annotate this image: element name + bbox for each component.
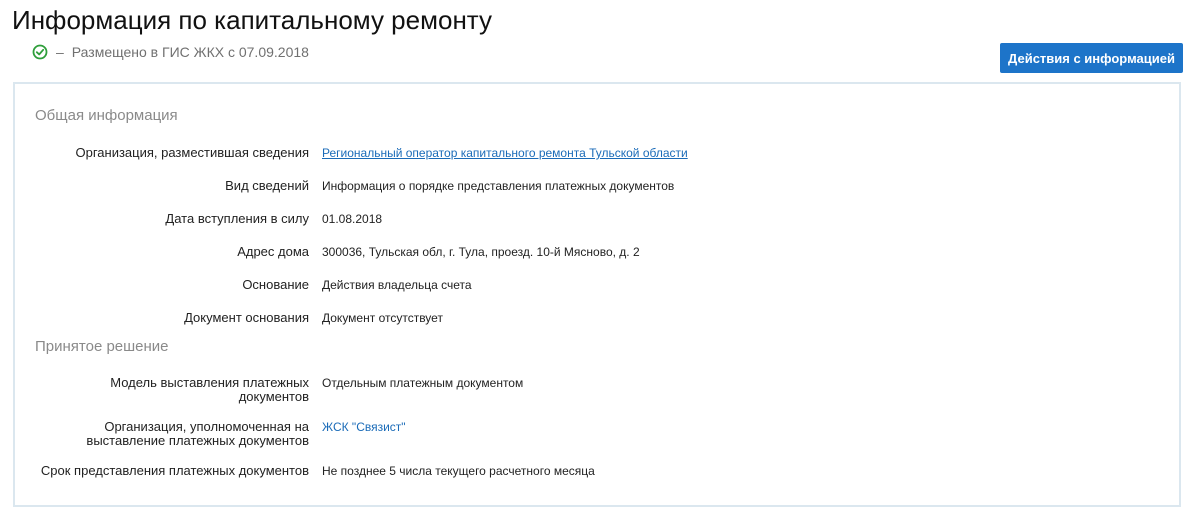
row-value: Информация о порядке представления плате… <box>322 179 675 193</box>
row-value: Действия владельца счета <box>322 278 472 292</box>
publication-status: – Размещено в ГИС ЖКХ с 07.09.2018 <box>32 44 309 60</box>
row-label: Организация, уполномоченная на выставлен… <box>19 420 309 448</box>
page-title: Информация по капитальному ремонту <box>12 5 492 35</box>
section-title-general: Общая информация <box>35 107 178 124</box>
status-dash: – <box>56 44 64 60</box>
row-label: Дата вступления в силу <box>165 211 309 226</box>
check-circle-icon <box>32 44 48 60</box>
organization-link[interactable]: Региональный оператор капитального ремон… <box>322 146 688 160</box>
row-label: Модель выставления платежных документов <box>19 376 309 404</box>
info-panel: Общая информация Организация, разместивш… <box>13 82 1181 507</box>
actions-with-information-button[interactable]: Действия с информацией <box>1000 43 1183 73</box>
row-value: Документ отсутствует <box>322 311 443 325</box>
row-label: Основание <box>242 277 309 292</box>
row-label: Организация, разместившая сведения <box>75 145 309 160</box>
row-label-line: выставление платежных документов <box>86 433 309 448</box>
row-value: 300036, Тульская обл, г. Тула, проезд. 1… <box>322 245 640 259</box>
row-label: Срок представления платежных документов <box>40 463 309 478</box>
row-label: Адрес дома <box>237 244 309 259</box>
row-label-line: документов <box>238 389 309 404</box>
row-value: Отдельным платежным документом <box>322 376 524 390</box>
row-value: 01.08.2018 <box>322 212 383 226</box>
section-title-decision: Принятое решение <box>35 338 169 355</box>
row-label-line: Модель выставления платежных <box>110 375 309 390</box>
row-label: Документ основания <box>184 310 309 325</box>
authorized-organization-link[interactable]: ЖСК "Связист" <box>322 420 406 434</box>
row-label: Вид сведений <box>225 178 309 193</box>
row-value: Не позднее 5 числа текущего расчетного м… <box>322 464 595 478</box>
row-label-line: Организация, уполномоченная на <box>104 419 309 434</box>
status-text: Размещено в ГИС ЖКХ с 07.09.2018 <box>71 44 309 60</box>
